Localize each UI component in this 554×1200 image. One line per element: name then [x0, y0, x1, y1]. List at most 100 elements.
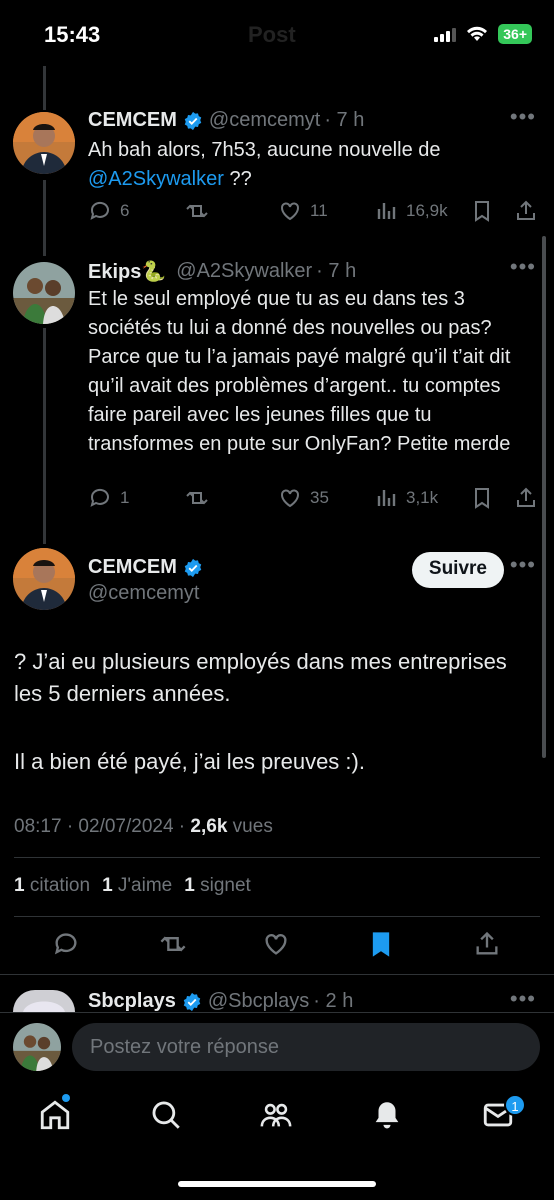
- author-name[interactable]: Sbcplays: [88, 990, 176, 1013]
- author-handle[interactable]: @cemcemyt: [88, 582, 199, 605]
- bookmark-button[interactable]: [470, 199, 494, 223]
- retweet-icon: [186, 491, 208, 505]
- tweet-age: · 7 h: [316, 260, 357, 282]
- views-count: 16,9k: [406, 201, 448, 220]
- share-button[interactable]: [514, 199, 538, 223]
- retweet-button[interactable]: [184, 199, 210, 223]
- bookmark-button[interactable]: [470, 486, 494, 510]
- stat-count: 1: [102, 875, 113, 896]
- signal-icon: [434, 26, 457, 42]
- home-unread-dot: [62, 1094, 70, 1102]
- more-options-icon[interactable]: •••: [510, 986, 536, 1012]
- home-icon: [40, 1100, 70, 1130]
- like-button[interactable]: [262, 930, 290, 963]
- reply-button[interactable]: 6: [88, 199, 129, 223]
- tweet-text: ? J’ai eu plusieurs employés dans mes en…: [14, 649, 507, 706]
- avatar[interactable]: [13, 112, 75, 174]
- retweet-icon: [160, 936, 186, 952]
- tweet-text-part: Ah bah alors, 7h53, aucune nouvelle de: [88, 139, 441, 161]
- verified-icon: [183, 558, 203, 578]
- retweet-icon: [186, 204, 208, 218]
- like-stat[interactable]: 1 J'aime: [102, 875, 172, 897]
- avatar[interactable]: [13, 990, 75, 1012]
- tab-home[interactable]: [38, 1098, 72, 1137]
- avatar[interactable]: [13, 262, 75, 324]
- quote-stat[interactable]: 1 citation: [14, 875, 90, 897]
- engagement-stats: 1 citation 1 J'aime 1 signet: [14, 875, 251, 897]
- more-options-icon[interactable]: •••: [510, 254, 536, 280]
- reply-input[interactable]: Postez votre réponse: [72, 1023, 540, 1071]
- like-icon: [265, 934, 287, 955]
- tweet-text: Ah bah alors, 7h53, aucune nouvelle de @…: [88, 136, 528, 194]
- thread-line: [43, 180, 46, 256]
- retweet-button[interactable]: [158, 930, 188, 963]
- mention-link[interactable]: @A2Skywalker: [88, 168, 224, 190]
- wifi-icon: [467, 26, 488, 41]
- author-handle[interactable]: @Sbcplays: [208, 990, 309, 1013]
- more-options-icon[interactable]: •••: [510, 104, 536, 130]
- share-button[interactable]: [514, 486, 538, 510]
- views-count: 2,6k: [190, 816, 228, 837]
- like-icon: [281, 489, 299, 508]
- bookmark-icon: [475, 488, 489, 509]
- author-handle[interactable]: @A2Skywalker: [176, 260, 312, 283]
- views-button[interactable]: 16,9k: [374, 199, 448, 223]
- tab-search[interactable]: [149, 1098, 183, 1137]
- bookmark-stat[interactable]: 1 signet: [184, 875, 251, 897]
- page-title: Post: [248, 22, 296, 47]
- share-icon: [517, 200, 535, 220]
- stat-label: J'aime: [112, 875, 173, 896]
- follow-button[interactable]: Suivre: [411, 552, 504, 588]
- clock: 15:43: [44, 22, 101, 47]
- communities-icon: [260, 1103, 292, 1127]
- notifications-icon: [375, 1102, 399, 1129]
- avatar: [13, 1023, 61, 1071]
- status-bar: 15:43 Post 36+: [0, 0, 554, 66]
- verified-icon: [183, 111, 203, 131]
- like-count: 11: [310, 201, 328, 220]
- reply-count: 1: [120, 488, 130, 507]
- tweet-age: · 2 h: [313, 990, 354, 1012]
- more-options-icon[interactable]: •••: [510, 552, 536, 578]
- share-icon: [517, 487, 535, 507]
- like-icon: [281, 202, 299, 221]
- author-name[interactable]: CEMCEM: [88, 556, 177, 579]
- search-icon: [152, 1101, 180, 1129]
- stat-count: 1: [184, 875, 195, 896]
- bookmark-icon: [372, 932, 390, 957]
- reply-button[interactable]: 1: [88, 486, 129, 510]
- battery-indicator: 36+: [498, 24, 532, 44]
- avatar[interactable]: [13, 548, 75, 610]
- divider: [14, 857, 540, 858]
- reply-button[interactable]: [52, 930, 80, 963]
- retweet-button[interactable]: [184, 486, 210, 510]
- reply-icon: [90, 201, 109, 220]
- tab-notifications[interactable]: [370, 1098, 404, 1137]
- verified-icon: [182, 992, 202, 1012]
- tab-communities[interactable]: [259, 1098, 293, 1137]
- like-button[interactable]: 35: [278, 486, 329, 510]
- author-name[interactable]: Ekips🐍: [88, 259, 166, 284]
- views-count: 3,1k: [406, 488, 439, 507]
- views-label: vues: [227, 816, 273, 837]
- reply-composer: Postez votre réponse: [0, 1012, 554, 1084]
- share-icon: [476, 931, 498, 955]
- stat-count: 1: [14, 875, 25, 896]
- bookmark-icon: [475, 201, 489, 222]
- home-indicator: [178, 1181, 376, 1187]
- author-handle[interactable]: @cemcemyt: [209, 109, 320, 132]
- share-button[interactable]: [473, 930, 501, 963]
- tweet-actions: 1 35 3,1k: [88, 486, 540, 516]
- focused-tweet-actions: [0, 930, 554, 966]
- timestamp[interactable]: 08:17 · 02/07/2024 ·: [14, 816, 190, 837]
- tweet-text: Et le seul employé que tu as eu dans tes…: [88, 288, 511, 455]
- scrollbar[interactable]: [542, 236, 546, 758]
- status-icons: 36+: [434, 24, 532, 44]
- views-icon: [377, 490, 396, 506]
- like-button[interactable]: 11: [278, 199, 328, 223]
- author-name[interactable]: CEMCEM: [88, 109, 177, 132]
- tweet-header: Sbcplays @Sbcplays · 2 h: [88, 990, 353, 1013]
- views-icon: [377, 203, 396, 219]
- views-button[interactable]: 3,1k: [374, 486, 438, 510]
- bookmark-button[interactable]: [367, 930, 395, 963]
